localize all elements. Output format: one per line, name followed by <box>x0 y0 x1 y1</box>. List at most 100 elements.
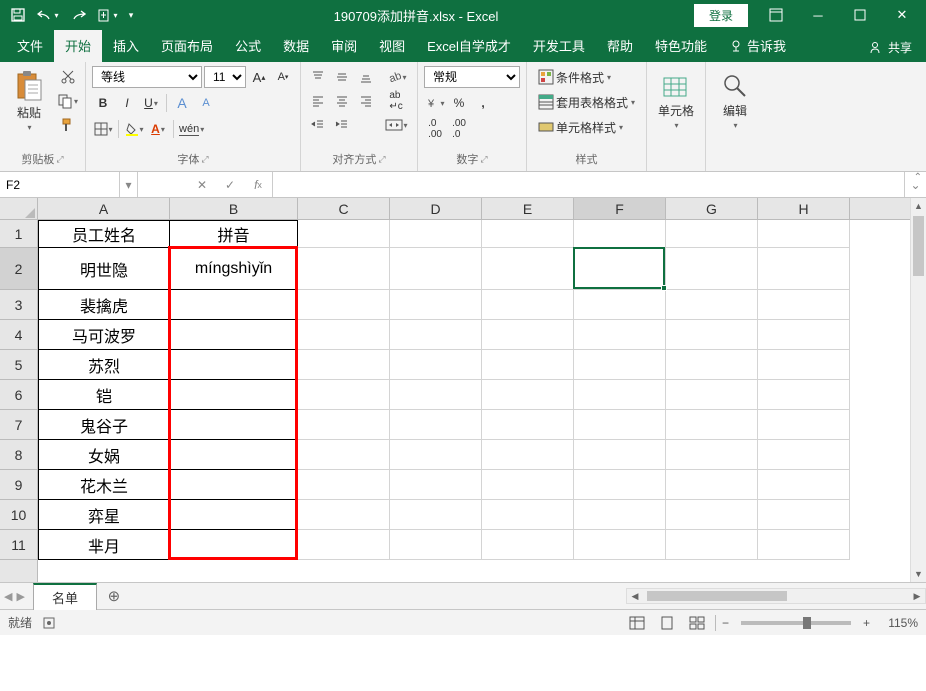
ribbon-options-button[interactable] <box>756 2 796 28</box>
cell-A11[interactable]: 芈月 <box>38 530 170 560</box>
tab-special[interactable]: 特色功能 <box>644 30 718 62</box>
cell-C10[interactable] <box>298 500 390 530</box>
cell-D1[interactable] <box>390 220 482 248</box>
zoom-thumb[interactable] <box>803 617 811 629</box>
zoom-slider[interactable] <box>741 621 851 625</box>
align-top-button[interactable] <box>307 66 329 88</box>
cell-H8[interactable] <box>758 440 850 470</box>
select-all-corner[interactable] <box>0 198 38 220</box>
cell-C9[interactable] <box>298 470 390 500</box>
cell-E6[interactable] <box>482 380 574 410</box>
col-header-G[interactable]: G <box>666 198 758 219</box>
editing-button[interactable]: 编辑 ▾ <box>712 66 758 136</box>
font-name-select[interactable]: 等线 <box>92 66 202 88</box>
align-bottom-button[interactable] <box>355 66 377 88</box>
cell-H7[interactable] <box>758 410 850 440</box>
decrease-font-button[interactable]: A▾ <box>272 66 294 88</box>
scroll-right-button[interactable]: ▶ <box>909 591 925 602</box>
row-header-3[interactable]: 3 <box>0 290 37 320</box>
cell-A10[interactable]: 弈星 <box>38 500 170 530</box>
cell-F5[interactable] <box>574 350 666 380</box>
cell-styles-button[interactable]: 单元格样式▾ <box>533 116 628 138</box>
merge-button[interactable]: ▾ <box>381 114 411 136</box>
cell-E8[interactable] <box>482 440 574 470</box>
login-button[interactable]: 登录 <box>694 4 748 27</box>
cell-D2[interactable] <box>390 248 482 290</box>
cell-E11[interactable] <box>482 530 574 560</box>
row-header-7[interactable]: 7 <box>0 410 37 440</box>
cell-H9[interactable] <box>758 470 850 500</box>
cell-F3[interactable] <box>574 290 666 320</box>
cancel-formula-button[interactable]: ✕ <box>188 178 216 192</box>
italic-button[interactable]: I <box>116 92 138 114</box>
phonetic-button[interactable]: wén▾ <box>178 118 205 140</box>
cell-C7[interactable] <box>298 410 390 440</box>
cell-F11[interactable] <box>574 530 666 560</box>
accounting-format-button[interactable]: ¥▾ <box>424 92 446 114</box>
cell-E5[interactable] <box>482 350 574 380</box>
cell-B6[interactable] <box>170 380 298 410</box>
scroll-left-button[interactable]: ◀ <box>627 591 643 602</box>
align-dialog-launcher[interactable]: ⤢ <box>378 154 385 165</box>
cell-E9[interactable] <box>482 470 574 500</box>
increase-indent-button[interactable] <box>331 114 353 136</box>
cell-A2[interactable]: 明世隐 <box>38 248 170 290</box>
cell-H10[interactable] <box>758 500 850 530</box>
align-left-button[interactable] <box>307 90 329 112</box>
cell-D9[interactable] <box>390 470 482 500</box>
paste-button[interactable]: 粘贴 ▾ <box>6 66 52 136</box>
page-layout-view-button[interactable] <box>655 613 679 633</box>
orientation-button[interactable]: ab▾ <box>381 66 411 88</box>
cell-A8[interactable]: 女娲 <box>38 440 170 470</box>
row-header-11[interactable]: 11 <box>0 530 37 560</box>
hscroll-thumb[interactable] <box>647 591 787 601</box>
copy-button[interactable]: ▾ <box>56 90 79 112</box>
horizontal-scrollbar[interactable]: ◀ ▶ <box>626 588 926 604</box>
cell-F6[interactable] <box>574 380 666 410</box>
formula-input[interactable] <box>273 172 904 197</box>
zoom-in-button[interactable]: + <box>863 616 870 630</box>
cell-B7[interactable] <box>170 410 298 440</box>
cell-C8[interactable] <box>298 440 390 470</box>
cell-F10[interactable] <box>574 500 666 530</box>
zoom-out-button[interactable]: − <box>722 616 729 630</box>
vertical-scrollbar[interactable]: ▲ ▼ <box>910 198 926 582</box>
cell-F2[interactable] <box>574 248 666 290</box>
cell-D10[interactable] <box>390 500 482 530</box>
add-sheet-button[interactable]: ⊕ <box>103 585 125 607</box>
minimize-button[interactable]: ─ <box>798 2 838 28</box>
cell-E1[interactable] <box>482 220 574 248</box>
collapse-ribbon-button[interactable]: ⌃ <box>914 172 922 183</box>
cut-button[interactable] <box>56 66 79 88</box>
scroll-up-button[interactable]: ▲ <box>911 198 926 214</box>
cell-G5[interactable] <box>666 350 758 380</box>
sheet-tab-active[interactable]: 名单 <box>33 583 97 610</box>
tab-help[interactable]: 帮助 <box>596 30 644 62</box>
zoom-level[interactable]: 115% <box>876 616 918 630</box>
tab-insert[interactable]: 插入 <box>102 30 150 62</box>
cell-A1[interactable]: 员工姓名 <box>38 220 170 248</box>
cell-D5[interactable] <box>390 350 482 380</box>
wrap-text-button[interactable]: ab↵c <box>381 90 411 112</box>
cell-E3[interactable] <box>482 290 574 320</box>
align-middle-button[interactable] <box>331 66 353 88</box>
vscroll-thumb[interactable] <box>913 216 924 276</box>
borders-button[interactable]: ▾ <box>92 118 114 140</box>
maximize-button[interactable] <box>840 2 880 28</box>
cell-E4[interactable] <box>482 320 574 350</box>
cell-F7[interactable] <box>574 410 666 440</box>
cell-H6[interactable] <box>758 380 850 410</box>
qat-customize[interactable]: ▾ <box>124 2 138 28</box>
cell-A3[interactable]: 裴擒虎 <box>38 290 170 320</box>
cell-C6[interactable] <box>298 380 390 410</box>
cell-B4[interactable] <box>170 320 298 350</box>
tab-self[interactable]: Excel自学成才 <box>416 30 522 62</box>
cell-B11[interactable] <box>170 530 298 560</box>
name-box-dropdown[interactable]: ▾ <box>120 172 138 197</box>
cell-D7[interactable] <box>390 410 482 440</box>
cell-B5[interactable] <box>170 350 298 380</box>
cells-button[interactable]: 单元格 ▾ <box>653 66 699 136</box>
page-break-view-button[interactable] <box>685 613 709 633</box>
font-dialog-launcher[interactable]: ⤢ <box>201 154 208 165</box>
col-header-E[interactable]: E <box>482 198 574 219</box>
